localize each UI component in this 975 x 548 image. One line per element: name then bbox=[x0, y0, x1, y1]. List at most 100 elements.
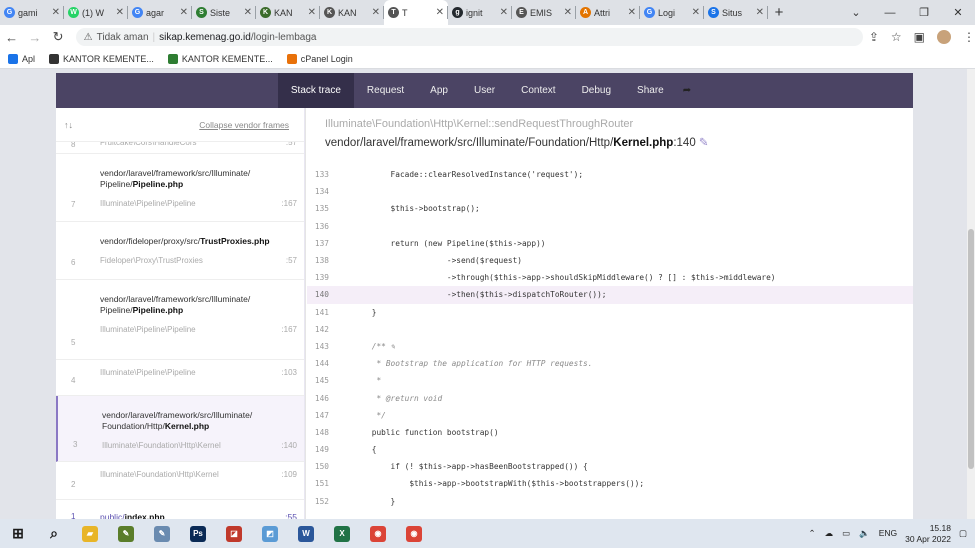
tray-item-3[interactable]: 🔈 bbox=[859, 528, 870, 539]
tab-close-icon[interactable]: ✕ bbox=[564, 7, 572, 18]
browser-tab[interactable]: g ignit ✕ bbox=[448, 0, 512, 25]
line-number[interactable]: 142 bbox=[307, 325, 333, 334]
browser-tab[interactable]: K KAN ✕ bbox=[256, 0, 320, 25]
stack-frame[interactable]: vendor/laravel/framework/src/Illuminate/… bbox=[56, 280, 305, 360]
excel-icon[interactable]: X bbox=[324, 519, 360, 548]
app-icon-4[interactable]: ◩ bbox=[252, 519, 288, 548]
tab-close-icon[interactable]: ✕ bbox=[500, 7, 508, 18]
bookmark-item[interactable]: cPanel Login bbox=[286, 53, 353, 64]
new-tab-button[interactable]: + bbox=[768, 0, 790, 25]
nav-tab-context[interactable]: Context bbox=[508, 73, 568, 108]
bookmark-item[interactable]: KANTOR KEMENTE... bbox=[49, 53, 154, 64]
line-number[interactable]: 143 bbox=[307, 342, 333, 351]
stack-frame[interactable]: Fruitcake\Cors\HandleCors:57 8 bbox=[56, 142, 305, 154]
stack-frame[interactable]: Illuminate\Foundation\Http\Kernel:109 2 bbox=[56, 470, 305, 500]
windows-start-icon[interactable]: ⊞ bbox=[0, 519, 36, 548]
browser-tab[interactable]: W (1) W ✕ bbox=[64, 0, 128, 25]
line-number[interactable]: 134 bbox=[307, 187, 333, 196]
reading-list-icon[interactable]: ▣ bbox=[914, 30, 925, 44]
line-number[interactable]: 141 bbox=[307, 308, 333, 317]
tab-close-icon[interactable]: ✕ bbox=[372, 7, 380, 18]
browser-tab[interactable]: Ggami ✕ bbox=[0, 0, 64, 25]
stack-frame[interactable]: 1 public/index.php:55 bbox=[56, 500, 305, 519]
browser-tab[interactable]: S Situs ✕ bbox=[704, 0, 768, 25]
chrome-icon[interactable]: ◉ bbox=[360, 519, 396, 548]
tab-close-icon[interactable]: ✕ bbox=[180, 7, 188, 18]
tab-close-icon[interactable]: ✕ bbox=[628, 7, 636, 18]
search-icon[interactable]: ⌕ bbox=[36, 519, 72, 548]
word-icon[interactable]: W bbox=[288, 519, 324, 548]
tray-item-0[interactable]: ⌃ bbox=[808, 528, 815, 539]
browser-tab[interactable]: Gagar ✕ bbox=[128, 0, 192, 25]
line-number[interactable]: 145 bbox=[307, 376, 333, 385]
tab-close-icon[interactable]: ✕ bbox=[756, 7, 764, 18]
nav-tab-app[interactable]: App bbox=[417, 73, 461, 108]
tab-close-icon[interactable]: ✕ bbox=[436, 7, 444, 18]
window-control-1[interactable]: — bbox=[873, 0, 907, 25]
app-icon-2[interactable]: ✎ bbox=[144, 519, 180, 548]
line-number[interactable]: 136 bbox=[307, 222, 333, 231]
tab-close-icon[interactable]: ✕ bbox=[692, 7, 700, 18]
line-number[interactable]: 139 bbox=[307, 273, 333, 282]
browser-tab[interactable]: S Siste ✕ bbox=[192, 0, 256, 25]
nav-tab-request[interactable]: Request bbox=[354, 73, 417, 108]
nav-tab-share[interactable]: Share bbox=[624, 73, 677, 108]
browser-tab[interactable]: K KAN ✕ bbox=[320, 0, 384, 25]
file-explorer-icon[interactable]: ▰ bbox=[72, 519, 108, 548]
tab-close-icon[interactable]: ✕ bbox=[308, 7, 316, 18]
security-label[interactable]: Tidak aman bbox=[97, 32, 149, 43]
nav-tab-user[interactable]: User bbox=[461, 73, 508, 108]
line-number[interactable]: 144 bbox=[307, 359, 333, 368]
tab-close-icon[interactable]: ✕ bbox=[116, 7, 124, 18]
frames-scrollbar[interactable] bbox=[304, 108, 305, 519]
line-number[interactable]: 140 bbox=[307, 290, 333, 299]
stack-frame[interactable]: Illuminate\Pipeline\Pipeline:103 4 bbox=[56, 368, 305, 396]
nav-tab-stack-trace[interactable]: Stack trace bbox=[277, 73, 354, 108]
photoshop-icon[interactable]: Ps bbox=[180, 519, 216, 548]
browser-tab[interactable]: E EMIS ✕ bbox=[512, 0, 576, 25]
reload-icon[interactable]: ↻ bbox=[46, 29, 69, 45]
window-control-0[interactable]: ⌄ bbox=[839, 0, 873, 25]
line-number[interactable]: 149 bbox=[307, 445, 333, 454]
tab-close-icon[interactable]: ✕ bbox=[52, 7, 60, 18]
notifications-icon[interactable]: ▢ bbox=[959, 528, 967, 539]
browser-tab[interactable]: T T ✕ bbox=[384, 0, 448, 25]
chrome-icon-2[interactable]: ◉ bbox=[396, 519, 432, 548]
line-number[interactable]: 138 bbox=[307, 256, 333, 265]
edit-pencil-icon[interactable]: ✎ bbox=[699, 137, 709, 149]
sort-icon[interactable]: ↑↓ bbox=[64, 120, 73, 130]
bookmark-item[interactable]: Apl bbox=[8, 53, 35, 64]
tray-item-2[interactable]: ▭ bbox=[842, 528, 850, 539]
profile-avatar[interactable] bbox=[936, 30, 951, 44]
url-input[interactable]: ⚠ Tidak aman | sikap.kemenag.go.id/login… bbox=[75, 28, 863, 46]
page-scrollbar-thumb[interactable] bbox=[968, 229, 974, 469]
stack-frame[interactable]: vendor/laravel/framework/src/Illuminate/… bbox=[56, 396, 305, 462]
browser-tab[interactable]: G Logi ✕ bbox=[640, 0, 704, 25]
window-control-3[interactable]: ✕ bbox=[941, 0, 975, 25]
clock[interactable]: 15.18 30 Apr 2022 bbox=[905, 523, 951, 545]
star-icon[interactable]: ☆ bbox=[891, 30, 902, 44]
line-number[interactable]: 150 bbox=[307, 462, 333, 471]
warning-icon[interactable]: ⚠ bbox=[84, 32, 93, 43]
browser-tab[interactable]: A Attri ✕ bbox=[576, 0, 640, 25]
line-number[interactable]: 133 bbox=[307, 170, 333, 179]
line-number[interactable]: 135 bbox=[307, 204, 333, 213]
page-scrollbar[interactable] bbox=[967, 69, 975, 519]
menu-icon[interactable]: ⋮ bbox=[963, 30, 975, 44]
app-icon[interactable]: ✎ bbox=[108, 519, 144, 548]
share-page-icon[interactable]: ⇪ bbox=[869, 30, 879, 44]
nav-tab-debug[interactable]: Debug bbox=[569, 73, 624, 108]
line-number[interactable]: 146 bbox=[307, 394, 333, 403]
bookmark-item[interactable]: KANTOR KEMENTE... bbox=[167, 53, 273, 64]
collapse-vendor-frames-link[interactable]: Collapse vendor frames bbox=[199, 120, 289, 130]
back-icon[interactable]: ← bbox=[0, 30, 23, 45]
line-number[interactable]: 151 bbox=[307, 479, 333, 488]
line-number[interactable]: 137 bbox=[307, 239, 333, 248]
tray-item-4[interactable]: ENG bbox=[879, 528, 897, 539]
app-icon-3[interactable]: ◪ bbox=[216, 519, 252, 548]
line-number[interactable]: 152 bbox=[307, 497, 333, 506]
stack-frame[interactable]: vendor/fideloper/proxy/src/TrustProxies.… bbox=[56, 222, 305, 280]
line-number[interactable]: 147 bbox=[307, 411, 333, 420]
tray-item-1[interactable]: ☁ bbox=[825, 528, 834, 539]
window-control-2[interactable]: ❐ bbox=[907, 0, 941, 25]
